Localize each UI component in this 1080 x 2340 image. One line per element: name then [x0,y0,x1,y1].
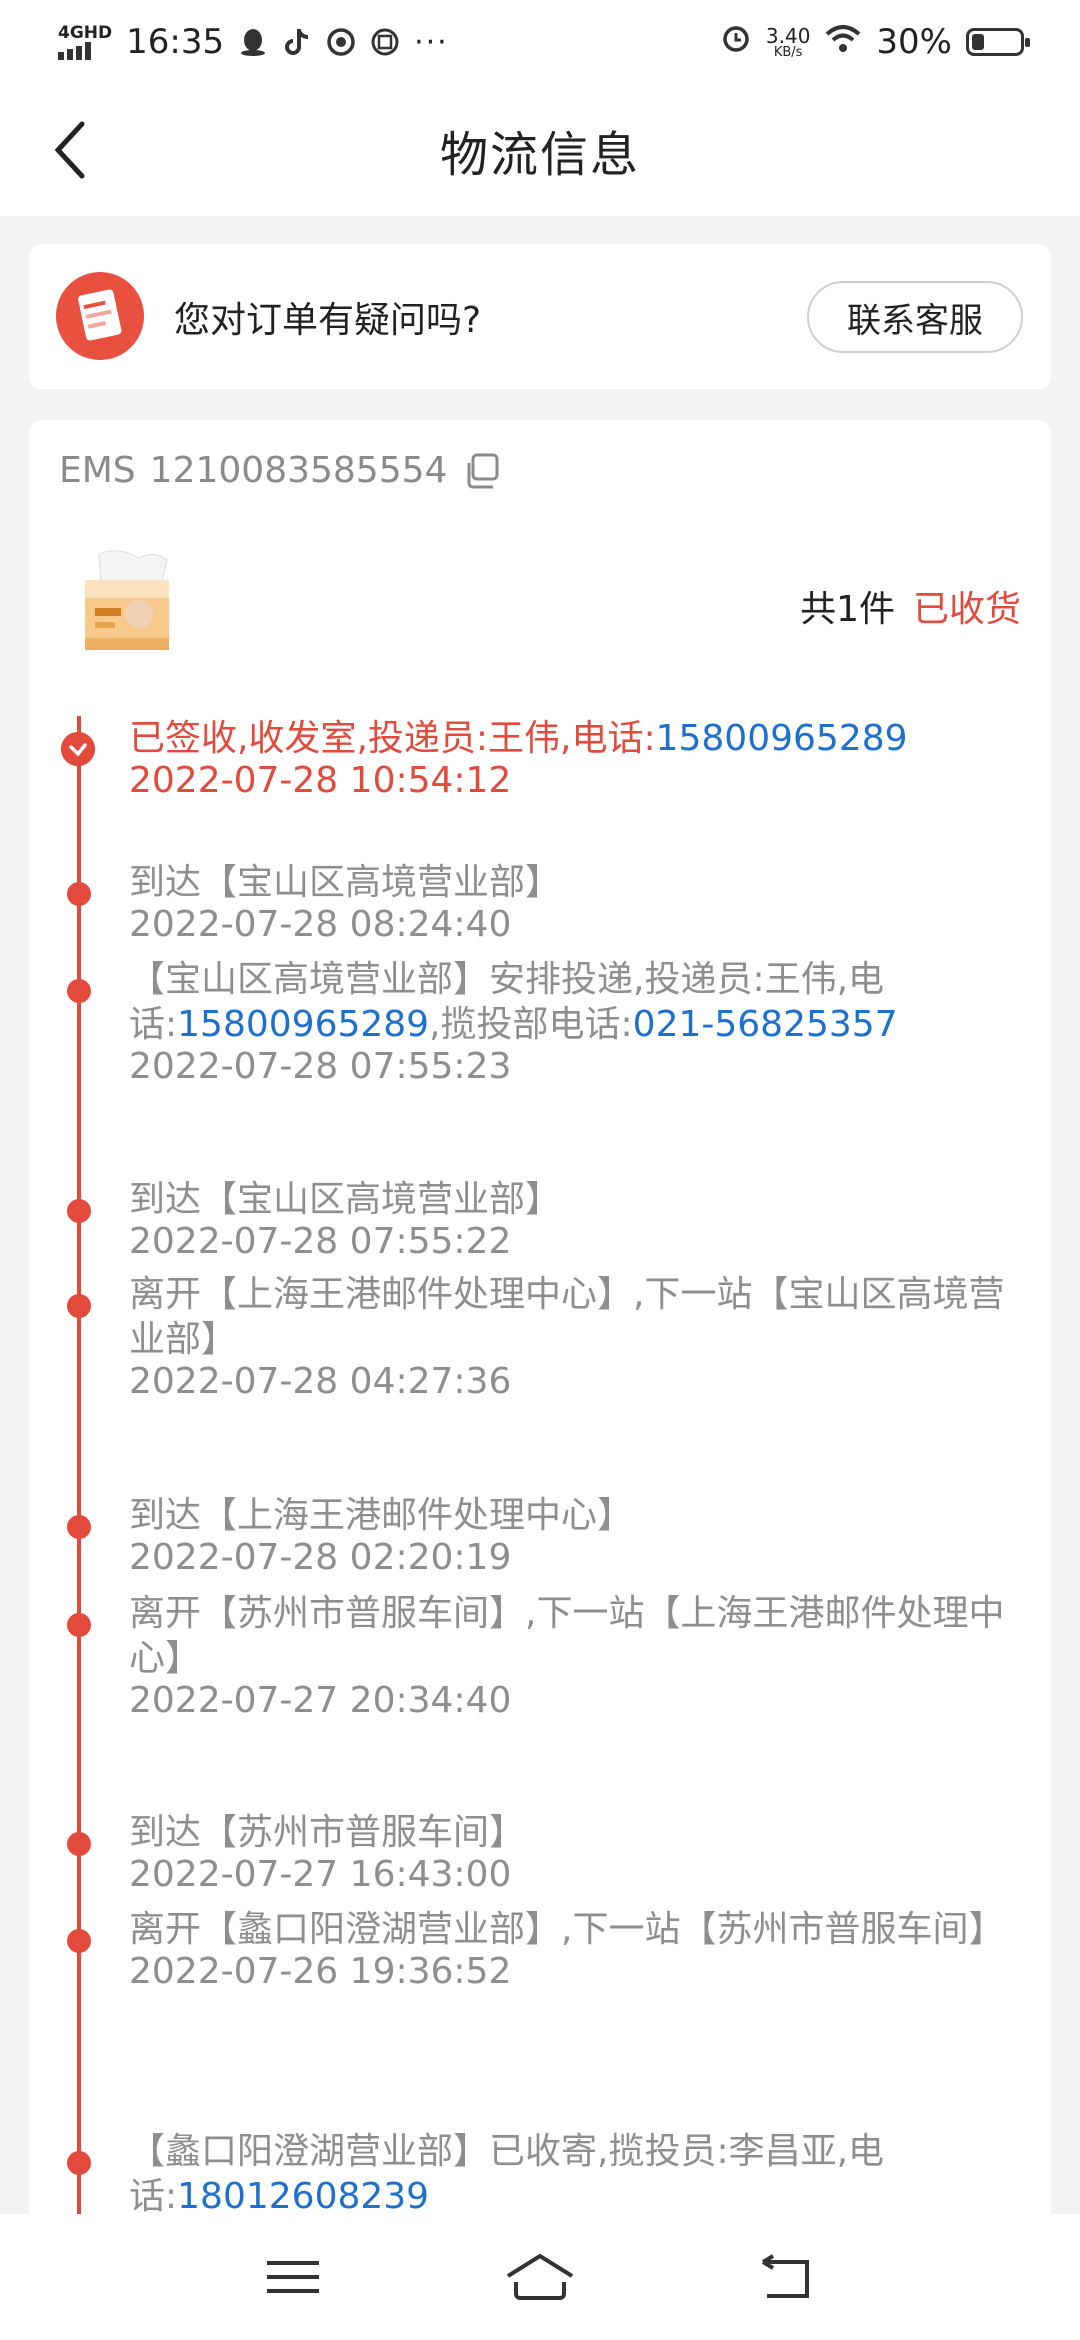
timeline-description: 已签收,收发室,投递员:王伟,电话:15800965289 [129,716,1009,761]
timeline-description: 离开【上海王港邮件处理中心】,下一站【宝山区高境营业部】 [129,1272,1009,1362]
clock: 16:35 [126,22,225,62]
timeline-dot [67,2151,91,2175]
wifi-icon [824,22,862,62]
copy-icon[interactable] [461,451,501,491]
timeline-content: 到达【上海王港邮件处理中心】 2022-07-28 02:20:19 [129,1493,1009,1578]
back-nav-button[interactable] [747,2247,827,2307]
qq-icon [238,27,268,57]
timeline-dot [67,1515,91,1539]
tracking-info: EMS 1210083585554 [59,450,501,491]
timeline-content: 已签收,收发室,投递员:王伟,电话:15800965289 2022-07-28 … [129,716,1009,801]
browser-icon [326,27,356,57]
timeline-description: 【蠡口阳澄湖营业部】已收寄,揽投员:李昌亚,电话:18012608239 [129,2129,1009,2219]
item-count: 共1件 [800,589,895,630]
delivered-check-icon [61,732,95,766]
status-bar-right: 3.40 KB/s 30% [720,22,1030,63]
timeline-time: 2022-07-28 04:27:36 [129,1361,512,1402]
timeline-text: 到达【上海王港邮件处理中心】 [129,1495,634,1536]
delivery-status: 已收货 [912,589,1021,630]
page-title: 物流信息 [439,127,640,183]
timeline-time: 2022-07-28 10:54:12 [129,760,512,801]
shipment-summary: 共1件 已收货 [800,580,1021,632]
tiktok-icon [282,27,312,57]
timeline-description: 到达【宝山区高境营业部】 [129,860,1009,905]
timeline-content: 离开【苏州市普服车间】,下一站【上海王港邮件处理中心】 2022-07-27 20… [129,1591,1009,1721]
network-type: 4GHD [58,23,113,43]
timeline-text: 已签收,收发室,投递员:王伟,电话: [129,718,656,759]
signal-icon: 4GHD [58,24,112,60]
battery-icon [966,28,1030,56]
timeline-description: 到达【宝山区高境营业部】 [129,1177,1009,1222]
timeline-description: 到达【上海王港邮件处理中心】 [129,1493,1009,1538]
phone-link[interactable]: 15800965289 [177,1004,429,1045]
more-notifications-icon: ··· [414,24,449,60]
system-navigation-bar [0,2214,1080,2340]
timeline-text: 离开【苏州市普服车间】,下一站【上海王港邮件处理中心】 [129,1593,1005,1679]
timeline-dot [67,1832,91,1856]
timeline-content: 离开【上海王港邮件处理中心】,下一站【宝山区高境营业部】 2022-07-28 0… [129,1272,1009,1402]
menu-button[interactable] [253,2247,333,2307]
timeline-content: 到达【苏州市普服车间】 2022-07-27 16:43:00 [129,1810,1009,1895]
carrier-name: EMS [59,450,136,491]
contact-service-button[interactable]: 联系客服 [807,281,1023,353]
timeline-time: 2022-07-26 19:36:52 [129,1951,512,1992]
timeline-dot [67,1199,91,1223]
timeline-description: 离开【蠡口阳澄湖营业部】,下一站【苏州市普服车间】 [129,1907,1009,1952]
logistics-card: EMS 1210083585554 共1件 已收货 已签收,收发室,投递员:王伟… [29,420,1051,2340]
status-bar-left: 4GHD 16:35 ··· [58,22,449,62]
timeline-time: 2022-07-28 08:24:40 [129,904,512,945]
network-speed: 3.40 KB/s [765,23,811,60]
timeline-text: 离开【蠡口阳澄湖营业部】,下一站【苏州市普服车间】 [129,1909,1005,1950]
phone-link[interactable]: 15800965289 [656,718,908,759]
timeline-dot [67,1613,91,1637]
timeline-content: 到达【宝山区高境营业部】 2022-07-28 07:55:22 [129,1177,1009,1262]
question-text: 您对订单有疑问吗? [174,300,482,341]
phone-link[interactable]: 18012608239 [177,2176,429,2217]
timeline-description: 到达【苏州市普服车间】 [129,1810,1009,1855]
order-document-icon [56,272,144,360]
timeline-content: 离开【蠡口阳澄湖营业部】,下一站【苏州市普服车间】 2022-07-26 19:3… [129,1907,1009,1992]
timeline-dot [67,979,91,1003]
phone-link[interactable]: 021-56825357 [633,1004,898,1045]
timeline-dot [67,1929,91,1953]
timeline-text: 到达【宝山区高境营业部】 [129,862,562,903]
timeline-dot [67,1294,91,1318]
timeline-time: 2022-07-27 16:43:00 [129,1854,512,1895]
battery-percent: 30% [876,22,952,62]
timeline-dot [67,882,91,906]
timeline-description: 【宝山区高境营业部】安排投递,投递员:王伟,电话:15800965289,揽投部… [129,957,1009,1047]
timeline-content: 【宝山区高境营业部】安排投递,投递员:王伟,电话:15800965289,揽投部… [129,957,1009,1087]
chevron-left-icon [54,121,85,179]
bank-icon [370,27,400,57]
timeline-text: 离开【上海王港邮件处理中心】,下一站【宝山区高境营业部】 [129,1274,1005,1360]
timeline-content: 【蠡口阳澄湖营业部】已收寄,揽投员:李昌亚,电话:18012608239 [129,2129,1009,2219]
menu-icon [267,2261,320,2293]
status-bar: 4GHD 16:35 ··· 3.40 KB/s 30% [0,0,1080,84]
home-button[interactable] [500,2247,580,2307]
timeline-time: 2022-07-28 07:55:23 [129,1046,512,1087]
back-arrow-icon [761,2254,809,2298]
timeline-text: 到达【宝山区高境营业部】 [129,1179,562,1220]
back-button[interactable] [50,120,110,180]
tracking-number: 1210083585554 [149,450,448,491]
timeline-description: 离开【苏州市普服车间】,下一站【上海王港邮件处理中心】 [129,1591,1009,1681]
timeline-text: ,揽投部电话: [429,1004,633,1045]
timeline-content: 到达【宝山区高境营业部】 2022-07-28 08:24:40 [129,860,1009,945]
timeline-time: 2022-07-28 07:55:22 [129,1221,512,1262]
alarm-icon [720,22,752,63]
order-question-card: 您对订单有疑问吗? 联系客服 [29,244,1051,389]
header: 物流信息 [0,84,1080,216]
timeline-time: 2022-07-27 20:34:40 [129,1680,512,1721]
timeline-text: 到达【苏州市普服车间】 [129,1812,526,1853]
timeline-time: 2022-07-28 02:20:19 [129,1537,512,1578]
product-thumbnail[interactable] [81,548,173,654]
home-icon [506,2253,574,2300]
